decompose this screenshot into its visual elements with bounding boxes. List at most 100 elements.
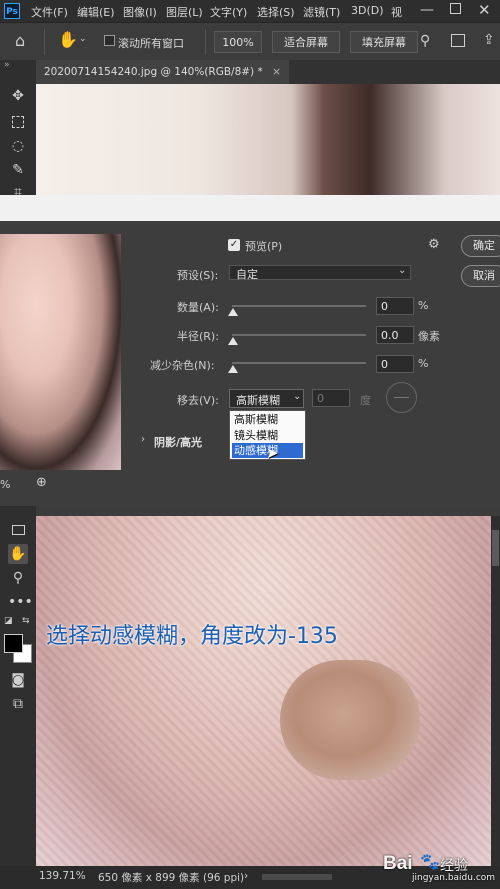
marquee-tool-icon[interactable] bbox=[8, 112, 28, 132]
default-colors-icon[interactable]: ◪ bbox=[4, 616, 13, 626]
cancel-button[interactable]: 取消 bbox=[461, 265, 500, 287]
reduce-noise-unit: % bbox=[418, 357, 429, 370]
quick-select-tool-icon[interactable]: ✎ bbox=[8, 160, 28, 180]
radius-slider-handle[interactable] bbox=[228, 337, 238, 345]
radius-input[interactable]: 0.0 bbox=[376, 326, 414, 344]
menu-bar: Ps 文件(F) 编辑(E) 图像(I) 图层(L) 文字(Y) 选择(S) 滤… bbox=[0, 0, 500, 22]
foreground-color-swatch[interactable] bbox=[4, 634, 23, 653]
divider bbox=[44, 29, 45, 55]
minimize-icon[interactable]: — bbox=[420, 2, 434, 18]
baidu-watermark-logo: Bai bbox=[383, 853, 413, 874]
swap-colors-icon[interactable]: ⇆ bbox=[22, 616, 30, 626]
canvas-image-top[interactable] bbox=[36, 84, 500, 195]
amount-input[interactable]: 0 bbox=[376, 297, 414, 315]
screen-mode-icon[interactable]: ⧉ bbox=[8, 694, 28, 714]
document-tab-title: 20200714154240.jpg @ 140%(RGB/8#) * bbox=[44, 66, 263, 78]
radius-label: 半径(R): bbox=[177, 330, 219, 343]
zoom-tool-icon[interactable]: ⚲ bbox=[8, 568, 28, 588]
chevron-down-icon[interactable]: ⌄ bbox=[79, 34, 87, 44]
scroll-all-windows-checkbox[interactable] bbox=[104, 35, 115, 46]
chevron-right-icon[interactable]: › bbox=[141, 434, 145, 445]
chevron-down-icon: ⌄ bbox=[398, 265, 407, 276]
scroll-all-windows-label: 滚动所有窗口 bbox=[118, 37, 184, 50]
angle-dial-needle bbox=[394, 397, 409, 398]
menu-view[interactable]: 视 bbox=[391, 4, 402, 20]
hand-tool-icon[interactable]: ✋ bbox=[58, 30, 78, 49]
radius-slider-track[interactable] bbox=[232, 334, 366, 336]
photoshop-logo[interactable]: Ps bbox=[4, 3, 20, 19]
lasso-tool-icon[interactable]: ◌ bbox=[8, 136, 28, 156]
tools-panel-bottom: ✋ ⚲ ••• ◪ ⇆ ◙ ⧉ bbox=[0, 506, 36, 866]
horizontal-scrollbar[interactable] bbox=[262, 874, 332, 880]
reduce-noise-label: 减少杂色(N): bbox=[150, 359, 215, 372]
document-info[interactable]: 650 像素 x 899 像素 (96 ppi) bbox=[98, 870, 244, 885]
workspace-icon[interactable] bbox=[451, 34, 465, 47]
remove-select-value: 高斯模糊 bbox=[236, 394, 280, 407]
radius-unit: 像素 bbox=[418, 330, 440, 343]
menu-3d[interactable]: 3D(D) bbox=[351, 4, 384, 17]
preview-checkbox[interactable]: ✓ bbox=[228, 239, 240, 251]
zoom-level[interactable]: 139.71% bbox=[39, 870, 86, 882]
preview-zoom-value: % bbox=[0, 478, 11, 491]
menu-edit[interactable]: 编辑(E) bbox=[77, 4, 115, 20]
dropdown-option[interactable]: 高斯模糊 bbox=[232, 412, 303, 427]
reduce-noise-slider-track[interactable] bbox=[232, 362, 366, 364]
remove-label: 移去(V): bbox=[177, 394, 219, 407]
share-icon[interactable]: ⇪ bbox=[483, 32, 495, 48]
angle-unit: 度 bbox=[360, 394, 371, 407]
menu-file[interactable]: 文件(F) bbox=[31, 4, 68, 20]
zoom-100-button[interactable]: 100% bbox=[214, 31, 262, 53]
baidu-watermark-cn: 经验 bbox=[440, 858, 468, 874]
teddy-bear-image-region bbox=[280, 660, 420, 780]
preset-value: 自定 bbox=[236, 268, 258, 281]
amount-slider-handle[interactable] bbox=[228, 308, 238, 316]
ok-button[interactable]: 确定 bbox=[461, 235, 500, 257]
canvas-background-band bbox=[0, 195, 500, 221]
shadows-highlights-section[interactable]: 阴影/高光 bbox=[154, 434, 202, 450]
menu-select[interactable]: 选择(S) bbox=[257, 4, 295, 20]
options-bar: ⌂ ✋ ⌄ 滚动所有窗口 100% 适合屏幕 填充屏幕 ⚲ ⇪ bbox=[0, 22, 500, 61]
maximize-icon[interactable] bbox=[450, 3, 461, 14]
fit-screen-button[interactable]: 适合屏幕 bbox=[272, 31, 340, 53]
close-tab-icon[interactable]: × bbox=[272, 66, 281, 78]
collapse-arrows-icon[interactable]: » bbox=[4, 60, 10, 70]
reduce-noise-input[interactable]: 0 bbox=[376, 355, 414, 373]
vertical-scrollbar[interactable] bbox=[491, 516, 500, 866]
preset-label: 预设(S): bbox=[177, 269, 219, 282]
close-window-icon[interactable]: ✕ bbox=[478, 1, 491, 19]
menu-layer[interactable]: 图层(L) bbox=[166, 4, 203, 20]
tools-panel-top: » ✥ ◌ ✎ ⌗ bbox=[0, 60, 36, 200]
chevron-down-icon: ⌄ bbox=[293, 391, 302, 402]
fill-screen-button[interactable]: 填充屏幕 bbox=[350, 31, 418, 53]
menu-image[interactable]: 图像(I) bbox=[123, 4, 157, 20]
gear-icon[interactable]: ⚙ bbox=[428, 237, 440, 252]
reduce-noise-slider-handle[interactable] bbox=[228, 365, 238, 373]
menu-filter[interactable]: 滤镜(T) bbox=[303, 4, 340, 20]
angle-input[interactable]: 0 bbox=[312, 389, 350, 407]
hand-tool-icon[interactable]: ✋ bbox=[8, 544, 28, 564]
remove-select[interactable]: 高斯模糊 ⌄ bbox=[229, 389, 304, 408]
document-tab-bar: 20200714154240.jpg @ 140%(RGB/8#) * × bbox=[36, 60, 500, 84]
more-tools-icon[interactable]: ••• bbox=[8, 592, 33, 612]
mouse-cursor-icon: ➤ bbox=[266, 444, 279, 462]
filter-preview-image[interactable] bbox=[0, 234, 121, 470]
paw-icon: 🐾 bbox=[420, 852, 440, 871]
menu-type[interactable]: 文字(Y) bbox=[210, 4, 247, 20]
preview-label: 预览(P) bbox=[245, 240, 283, 253]
preset-select[interactable]: 自定 ⌄ bbox=[229, 265, 411, 281]
divider bbox=[205, 29, 206, 55]
scrollbar-thumb[interactable] bbox=[492, 530, 499, 566]
home-icon[interactable]: ⌂ bbox=[15, 31, 25, 50]
quick-mask-icon[interactable]: ◙ bbox=[8, 670, 28, 690]
canvas-image-bottom[interactable] bbox=[36, 516, 491, 866]
amount-slider-track[interactable] bbox=[232, 305, 366, 307]
frame-tool-icon[interactable] bbox=[8, 520, 28, 540]
search-icon[interactable]: ⚲ bbox=[420, 33, 430, 49]
angle-dial[interactable] bbox=[386, 382, 417, 413]
zoom-in-icon[interactable]: ⊕ bbox=[36, 475, 47, 490]
status-menu-arrow[interactable]: › bbox=[244, 870, 248, 882]
dropdown-option[interactable]: 镜头模糊 bbox=[232, 428, 303, 443]
amount-unit: % bbox=[418, 299, 429, 312]
document-tab[interactable]: 20200714154240.jpg @ 140%(RGB/8#) * × bbox=[36, 60, 289, 84]
move-tool-icon[interactable]: ✥ bbox=[8, 86, 28, 106]
